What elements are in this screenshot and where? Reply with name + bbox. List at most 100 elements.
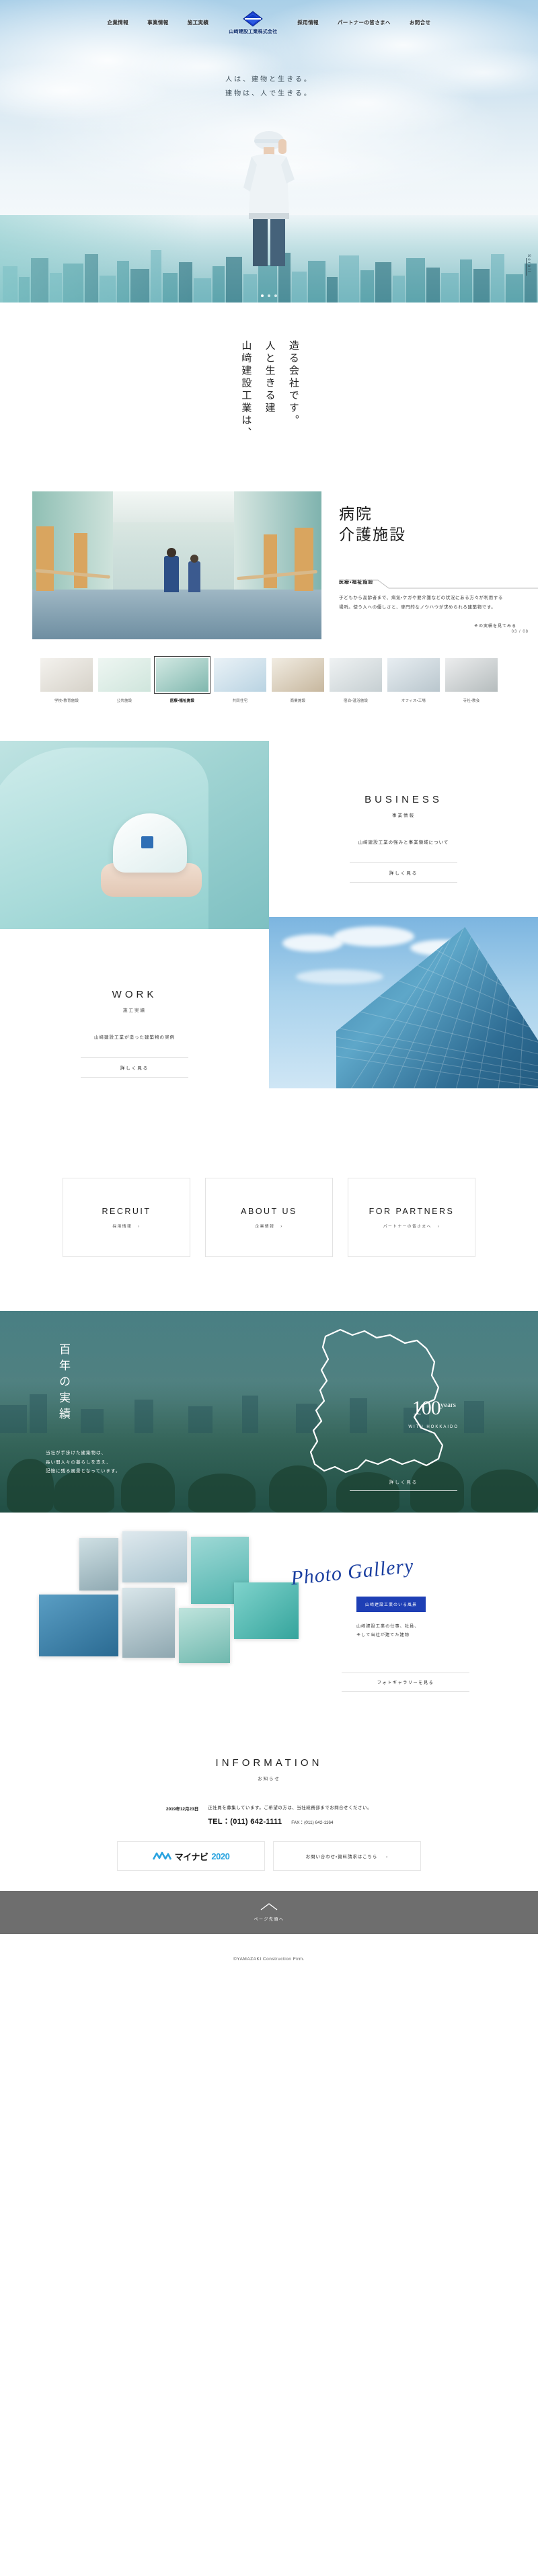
card-about-us-ja: 企業情報 ›	[255, 1223, 282, 1229]
years-subtitle: WITH HOKKAIDO	[408, 1425, 459, 1429]
chevron-right-icon: ›	[138, 1224, 141, 1229]
statement-col-3: 造る会社です。	[287, 340, 299, 428]
thumb-lodging[interactable]: 宿泊・温浴施設	[330, 658, 382, 703]
business-lead: 山﨑建設工業の強みと事業領域について	[358, 840, 449, 845]
statement-col-1: 山﨑建設工業は、	[240, 340, 252, 440]
nav-contact[interactable]: お問合せ	[400, 19, 440, 26]
work-photo	[269, 917, 538, 1088]
information-text: 正社員を募集しています。ご希望の方は、当社総務部までお問合せください。	[208, 1806, 373, 1810]
gallery-photo-glass-tower[interactable]	[39, 1595, 118, 1656]
page-top-button[interactable]: ページ先頭へ	[0, 1891, 538, 1934]
contact-banner[interactable]: お問い合わせ・資料請求はこちら ›	[273, 1841, 421, 1871]
thumb-temple-image	[445, 658, 498, 692]
thumb-housing[interactable]: 共同住宅	[214, 658, 266, 703]
page-root: 企業情報 事業情報 施工実績 山﨑建設工業株式会社 採用情報 パートナーの皆さま…	[0, 0, 538, 1982]
quick-link-cards: RECRUIT 採用情報 › ABOUT US 企業情報 › FOR PARTN…	[0, 1131, 538, 1311]
fax-label: FAX：	[291, 1820, 305, 1825]
nav-business[interactable]: 事業情報	[138, 19, 178, 26]
showcase-hospital-photo	[32, 491, 321, 639]
gallery-photo-worker-portrait[interactable]	[79, 1538, 118, 1591]
information-contact-line: TEL：(011) 642-1111 FAX：(011) 642-1164	[208, 1816, 372, 1826]
mynavi-text: マイナビ	[174, 1851, 208, 1862]
hero-line-1: 人は、建物と生きる。	[225, 76, 313, 83]
card-about-us[interactable]: ABOUT US 企業情報 ›	[205, 1178, 333, 1257]
business-heading-en: BUSINESS	[364, 794, 443, 805]
site-logo[interactable]: 山﨑建設工業株式会社	[218, 11, 288, 35]
thumb-medical-image	[154, 656, 210, 694]
thumb-temple-label: 寺社・教会	[463, 699, 480, 703]
thumb-public-label: 公共施設	[116, 699, 132, 703]
years-desc-line-3: 記憶に残る風景となっています。	[46, 1469, 121, 1474]
chevron-right-icon: ›	[280, 1224, 283, 1229]
card-about-us-en: ABOUT US	[241, 1206, 297, 1216]
gallery-photo-teal-texture[interactable]	[234, 1582, 299, 1639]
thumb-office-image	[387, 658, 440, 692]
thumb-commercial[interactable]: 商業施設	[272, 658, 324, 703]
nav-work[interactable]: 施工実績	[178, 19, 219, 26]
nav-partners[interactable]: パートナーの皆さまへ	[328, 19, 400, 26]
thumb-commercial-image	[272, 658, 324, 692]
card-for-partners-ja-label: パートナーの皆さまへ	[383, 1224, 432, 1229]
gallery-photo-corridor[interactable]	[179, 1608, 230, 1663]
showcase-text-block: 病院 介護施設 医療・福祉施設 子どもから高齢者まで、病気・ケガや要介護などの状…	[321, 491, 538, 639]
gallery-description: 山﨑建設工業の仕事、社員、 そして当社が建てた建物	[356, 1622, 419, 1640]
hero-left-gradient	[0, 215, 202, 303]
mynavi-banner[interactable]: マイナビ 2020	[117, 1841, 265, 1871]
years-desc-line-2: 長い間人々の暮らしを支え、	[46, 1459, 112, 1465]
thumb-medical[interactable]: 医療・福祉施設	[154, 656, 210, 703]
work-heading-en: WORK	[112, 989, 157, 1000]
hero-banner: 人は、建物と生きる。 建物は、人で生きる。 Scroll	[0, 0, 538, 303]
site-footer: ©YAMAZAKI Construction Firm.	[0, 1934, 538, 1982]
gallery-desc-line-1: 山﨑建設工業の仕事、社員、	[356, 1624, 420, 1629]
thumb-school-image	[40, 658, 93, 692]
thumb-lodging-label: 宿泊・温浴施設	[343, 699, 369, 703]
showcase-counter: 03 / 08	[511, 630, 529, 634]
contact-banner-label: お問い合わせ・資料請求はこちら	[305, 1854, 378, 1859]
thumb-medical-label: 医療・福祉施設	[169, 699, 195, 703]
information-heading-en: INFORMATION	[215, 1757, 323, 1769]
photo-gallery-section: Photo Gallery 山﨑建設工業のいる風景 山﨑建設工業の仕事、社員、 …	[0, 1513, 538, 1734]
category-title-line-1: 病院	[339, 506, 373, 522]
company-statement: 山﨑建設工業は、 人と生きる建 造る会社です。	[0, 303, 538, 487]
diamond-logo-icon	[243, 11, 264, 27]
chevron-right-icon: ›	[437, 1224, 440, 1229]
business-more-button[interactable]: 詳しく見る	[350, 862, 457, 883]
thumb-temple[interactable]: 寺社・教会	[445, 658, 498, 703]
thumb-school[interactable]: 学校・教育施設	[40, 658, 93, 703]
hero-dot-2[interactable]	[268, 294, 270, 297]
information-banners: マイナビ 2020 お問い合わせ・資料請求はこちら ›	[0, 1841, 538, 1871]
fax-number: (011) 642-1164	[304, 1820, 334, 1825]
work-more-button[interactable]: 詳しく見る	[81, 1057, 188, 1078]
category-more-link[interactable]: その実績を見てみる	[339, 622, 522, 629]
card-for-partners[interactable]: FOR PARTNERS パートナーの皆さまへ ›	[348, 1178, 475, 1257]
hero-dot-1[interactable]	[261, 294, 264, 297]
hundred-years-section: 百年の実績 100years WITH HOKKAIDO 当社が手掛けた建築物は…	[0, 1311, 538, 1513]
category-title-line-2: 介護施設	[339, 526, 406, 544]
gallery-photo-worker-face[interactable]	[122, 1588, 175, 1658]
hero-scroll-indicator: Scroll	[526, 254, 531, 276]
chevron-up-icon	[260, 1903, 278, 1912]
logo-company-name: 山﨑建設工業株式会社	[229, 30, 278, 34]
information-heading-ja: お知らせ	[258, 1777, 280, 1781]
years-more-button[interactable]: 詳しく見る	[350, 1478, 457, 1491]
thumb-housing-label: 共同住宅	[232, 699, 248, 703]
years-number-suffix: years	[440, 1401, 456, 1409]
hero-dot-3[interactable]	[274, 294, 277, 297]
card-for-partners-ja: パートナーの皆さまへ ›	[383, 1223, 440, 1229]
glass-building-shape	[336, 927, 538, 1088]
hero-slider-dots[interactable]	[261, 294, 277, 297]
category-showcase: 病院 介護施設 医療・福祉施設 子どもから高齢者まで、病気・ケガや要介護などの状…	[0, 487, 538, 703]
thumb-public[interactable]: 公共施設	[98, 658, 151, 703]
information-news-row: 2019年12月23日 正社員を募集しています。ご希望の方は、当社総務部までお問…	[0, 1804, 538, 1826]
years-number-value: 100	[412, 1397, 441, 1419]
nav-recruit[interactable]: 採用情報	[288, 19, 328, 26]
business-text-block: BUSINESS 事業情報 山﨑建設工業の強みと事業領域について 詳しく見る	[269, 741, 538, 929]
card-recruit[interactable]: RECRUIT 採用情報 ›	[63, 1178, 190, 1257]
gallery-photo-building-white[interactable]	[122, 1531, 187, 1582]
category-description: 子どもから高齢者まで、病気・ケガや要介護などの状況にある方々が利用する場所。使う…	[339, 596, 503, 610]
work-lead: 山﨑建設工業が造った建築物の実例	[94, 1035, 175, 1040]
thumb-office[interactable]: オフィス・工場	[387, 658, 440, 703]
gallery-desc-line-2: そして当社が建てた建物	[356, 1633, 410, 1638]
nav-company[interactable]: 企業情報	[98, 19, 138, 26]
gallery-more-button[interactable]: フォトギャラリーを見る	[342, 1673, 469, 1692]
